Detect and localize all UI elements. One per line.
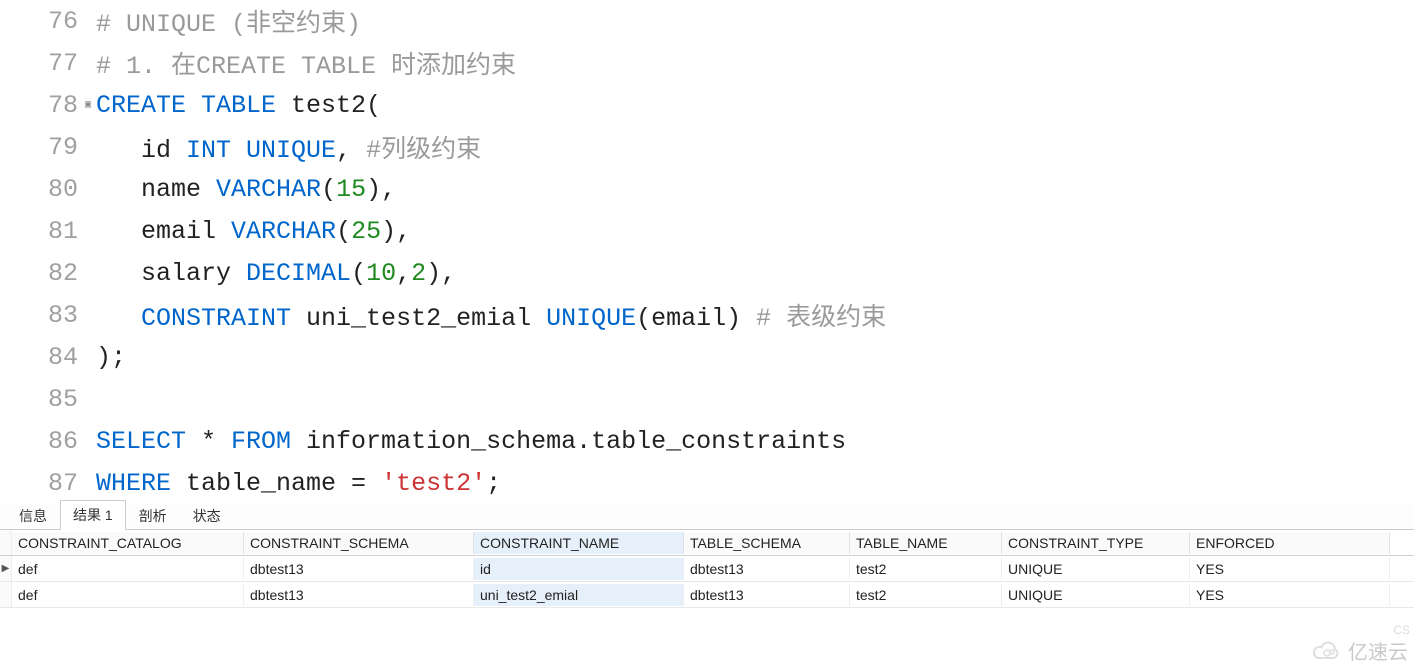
code-line[interactable]: 76 # UNIQUE (非空约束) [0,0,1414,42]
code-line[interactable]: 80 name VARCHAR(15), [0,168,1414,210]
cell[interactable]: test2 [850,584,1002,606]
column-header[interactable]: TABLE_SCHEMA [684,532,850,554]
tab-0[interactable]: 信息 [6,501,60,530]
code-content[interactable]: id INT UNIQUE, #列级约束 [94,129,481,165]
line-number: 81 [0,217,82,246]
cell[interactable]: YES [1190,584,1390,606]
column-header[interactable]: CONSTRAINT_SCHEMA [244,532,474,554]
line-number: 77 [0,49,82,78]
line-number: 79 [0,133,82,162]
result-grid[interactable]: CONSTRAINT_CATALOGCONSTRAINT_SCHEMACONST… [0,530,1414,608]
cell[interactable]: dbtest13 [244,584,474,606]
line-number: 84 [0,343,82,372]
code-content[interactable]: CONSTRAINT uni_test2_emial UNIQUE(email)… [94,297,886,333]
code-line[interactable]: 78▣CREATE TABLE test2( [0,84,1414,126]
cell[interactable]: dbtest13 [684,584,850,606]
corner-mark: CS [1393,623,1410,637]
line-number: 78 [0,91,82,120]
cell[interactable]: UNIQUE [1002,584,1190,606]
table-row[interactable]: defdbtest13uni_test2_emialdbtest13test2U… [0,582,1414,608]
code-content[interactable]: # UNIQUE (非空约束) [94,3,361,39]
result-tabs: 信息结果 1剖析状态 [0,504,1414,530]
column-header[interactable]: TABLE_NAME [850,532,1002,554]
row-marker: ▶ [0,556,12,581]
row-marker-header [0,530,12,555]
column-header[interactable]: CONSTRAINT_TYPE [1002,532,1190,554]
line-number: 86 [0,427,82,456]
tab-3[interactable]: 状态 [180,501,234,530]
code-content[interactable]: salary DECIMAL(10,2), [94,259,456,288]
code-content[interactable]: name VARCHAR(15), [94,175,396,204]
column-header[interactable]: ENFORCED [1190,532,1390,554]
code-content[interactable]: # 1. 在CREATE TABLE 时添加约束 [94,45,516,81]
cell[interactable]: test2 [850,558,1002,580]
line-number: 76 [0,7,82,36]
code-line[interactable]: 77 # 1. 在CREATE TABLE 时添加约束 [0,42,1414,84]
sql-editor[interactable]: 76 # UNIQUE (非空约束) 77 # 1. 在CREATE TABLE 时添… [0,0,1414,504]
code-line[interactable]: 79 id INT UNIQUE, #列级约束 [0,126,1414,168]
code-content[interactable]: SELECT * FROM information_schema.table_c… [94,427,846,456]
code-line[interactable]: 85 [0,378,1414,420]
watermark: 亿速云 [1312,636,1408,665]
line-number: 80 [0,175,82,204]
code-line[interactable]: 82 salary DECIMAL(10,2), [0,252,1414,294]
code-content[interactable]: ); [94,343,126,372]
code-line[interactable]: 81 email VARCHAR(25), [0,210,1414,252]
code-content[interactable]: email VARCHAR(25), [94,217,411,246]
cell[interactable]: dbtest13 [684,558,850,580]
cell[interactable]: UNIQUE [1002,558,1190,580]
line-number: 85 [0,385,82,414]
row-marker [0,582,12,607]
tab-2[interactable]: 剖析 [126,501,180,530]
code-line[interactable]: 83 CONSTRAINT uni_test2_emial UNIQUE(ema… [0,294,1414,336]
code-content[interactable]: WHERE table_name = 'test2'; [94,469,501,498]
watermark-text: 亿速云 [1348,636,1408,665]
line-number: 82 [0,259,82,288]
column-header[interactable]: CONSTRAINT_NAME [474,532,684,554]
code-content[interactable]: CREATE TABLE test2( [94,91,381,120]
line-number: 87 [0,469,82,498]
cell[interactable]: def [12,558,244,580]
code-line[interactable]: 84); [0,336,1414,378]
tab-1[interactable]: 结果 1 [60,500,126,530]
cell[interactable]: id [474,558,684,580]
cell[interactable]: dbtest13 [244,558,474,580]
line-number: 83 [0,301,82,330]
column-header[interactable]: CONSTRAINT_CATALOG [12,532,244,554]
code-line[interactable]: 86 SELECT * FROM information_schema.table… [0,420,1414,462]
cell[interactable]: YES [1190,558,1390,580]
cell[interactable]: uni_test2_emial [474,584,684,606]
fold-marker[interactable]: ▣ [82,99,94,111]
grid-header-row: CONSTRAINT_CATALOGCONSTRAINT_SCHEMACONST… [0,530,1414,556]
cloud-icon [1312,640,1342,662]
table-row[interactable]: ▶defdbtest13iddbtest13test2UNIQUEYES [0,556,1414,582]
code-line[interactable]: 87 WHERE table_name = 'test2'; [0,462,1414,504]
cell[interactable]: def [12,584,244,606]
